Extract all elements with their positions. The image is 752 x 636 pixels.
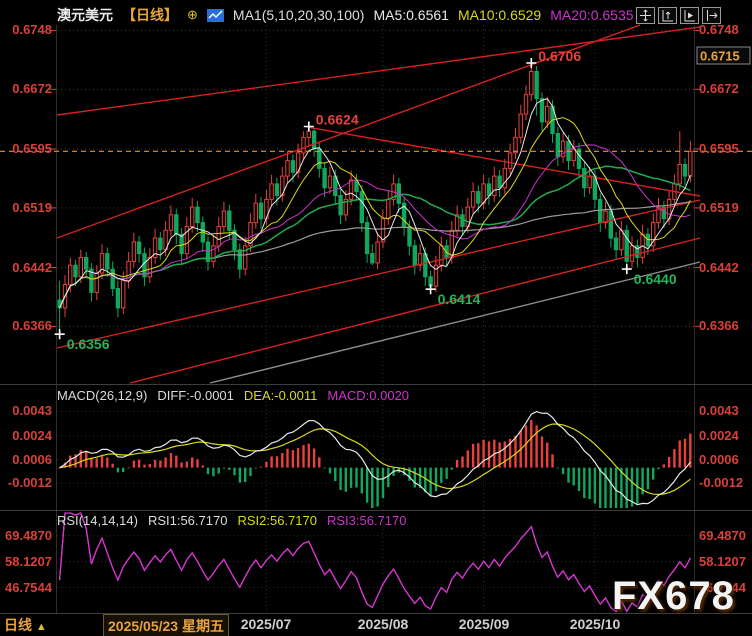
main-y-axis-label-left: 0.6519	[12, 199, 52, 215]
macd-params-label: MACD(26,12,9)	[57, 388, 148, 403]
rsi-header: RSI(14,14,14) RSI1:56.7170 RSI2:56.7170 …	[57, 513, 406, 528]
macd-header: MACD(26,12,9) DIFF:-0.0001 DEA:-0.0011 M…	[57, 388, 409, 403]
main-y-axis-label-right: 0.6672	[699, 81, 739, 97]
fit-vertical-axis-icon[interactable]	[658, 7, 677, 24]
rsi-y-axis-label-left: 58.1207	[5, 553, 52, 569]
rsi1-value: RSI1:56.7170	[147, 513, 228, 528]
chart-header: 澳元美元 【日线】 ⊕ MA1(5,10,20,30,100) MA5:0.65…	[57, 5, 654, 25]
main-y-axis-label-left: 0.6595	[12, 140, 52, 156]
main-y-axis-label-right: 0.6748	[699, 22, 739, 38]
main-y-axis-label-right: 0.6442	[699, 259, 739, 275]
period-selector[interactable]: 日线 ▲	[4, 615, 47, 635]
macd-y-axis-label-left: -0.0012	[7, 475, 52, 491]
swing-annotation: 0.6624	[316, 112, 359, 128]
chevron-up-icon: ▲	[35, 621, 47, 633]
macd-y-axis-label-left: 0.0006	[12, 451, 52, 467]
swing-annotation: 0.6356	[67, 336, 110, 352]
rsi-y-axis-label-left: 46.7544	[5, 579, 52, 595]
ma20-value: MA20:0.6535	[550, 7, 634, 23]
macd-dea-value: DEA:-0.0011	[243, 388, 318, 403]
macd-y-axis-label-right: -0.0012	[699, 475, 744, 491]
period-tag: 【日线】	[122, 7, 178, 23]
chart-canvas[interactable]: 0.6715 0.6356 0.6624 0.6414 0.6706 0.6440	[0, 0, 752, 636]
watermark: FX678	[612, 574, 735, 618]
x-axis-month-label: 2025/08	[357, 616, 409, 632]
rsi-y-axis-label-left: 69.4870	[5, 527, 52, 543]
main-y-axis-label-left: 0.6672	[12, 81, 52, 97]
macd-macd-value: MACD:0.0020	[327, 388, 410, 403]
swing-annotation: 0.6414	[438, 291, 481, 307]
main-y-axis-label-right: 0.6519	[699, 199, 739, 215]
rsi-params-label: RSI(14,14,14)	[57, 513, 138, 528]
rsi3-value: RSI3:56.7170	[326, 513, 407, 528]
svg-text:0.6715: 0.6715	[700, 49, 740, 64]
trendlines-layer	[56, 24, 701, 384]
period-selector-label: 日线	[4, 617, 32, 633]
swing-annotation: 0.6706	[538, 48, 581, 64]
swing-annotations-layer: 0.6356 0.6624 0.6414 0.6706 0.6440	[54, 48, 677, 352]
instrument-title: 澳元美元	[57, 7, 113, 23]
move-tool-icon[interactable]	[636, 7, 655, 24]
chart-window: 0.6715 0.6356 0.6624 0.6414 0.6706 0.6440 澳元美…	[0, 0, 752, 636]
macd-y-axis-label-right: 0.0043	[699, 403, 739, 419]
ma-group-label: MA1(5,10,20,30,100)	[232, 7, 365, 23]
swing-annotation: 0.6440	[634, 271, 677, 287]
macd-diff-value: DIFF:-0.0001	[157, 388, 234, 403]
macd-y-axis-label-left: 0.0024	[12, 428, 52, 444]
main-y-axis-label-left: 0.6366	[12, 318, 52, 334]
right-axis-badge: 0.6715	[696, 46, 751, 65]
main-y-axis-label-right: 0.6595	[699, 140, 739, 156]
macd-y-axis-label-right: 0.0006	[699, 451, 739, 467]
main-y-axis-label-left: 0.6748	[12, 22, 52, 38]
ma5-value: MA5:0.6561	[373, 7, 449, 23]
add-indicator-icon[interactable]: ⊕	[187, 7, 198, 23]
x-axis-month-label: 2025/07	[240, 616, 292, 632]
ma10-value: MA10:0.6529	[457, 7, 542, 23]
main-y-axis-label-right: 0.6366	[699, 318, 739, 334]
export-right-icon[interactable]	[702, 7, 721, 24]
play-forward-icon[interactable]	[680, 7, 699, 24]
main-y-axis-label-left: 0.6442	[12, 259, 52, 275]
chart-toolbar	[636, 7, 721, 24]
selected-date-label: 2025/05/23 星期五	[103, 614, 229, 636]
rsi-y-axis-label-right: 58.1207	[699, 553, 746, 569]
rsi-y-axis-label-right: 69.4870	[699, 527, 746, 543]
macd-y-axis-label-left: 0.0043	[12, 403, 52, 419]
candles-layer	[57, 63, 693, 335]
chart-style-icon[interactable]	[206, 8, 224, 22]
rsi2-value: RSI2:56.7170	[237, 513, 317, 528]
x-axis-month-label: 2025/09	[458, 616, 510, 632]
macd-y-axis-label-right: 0.0024	[699, 428, 739, 444]
